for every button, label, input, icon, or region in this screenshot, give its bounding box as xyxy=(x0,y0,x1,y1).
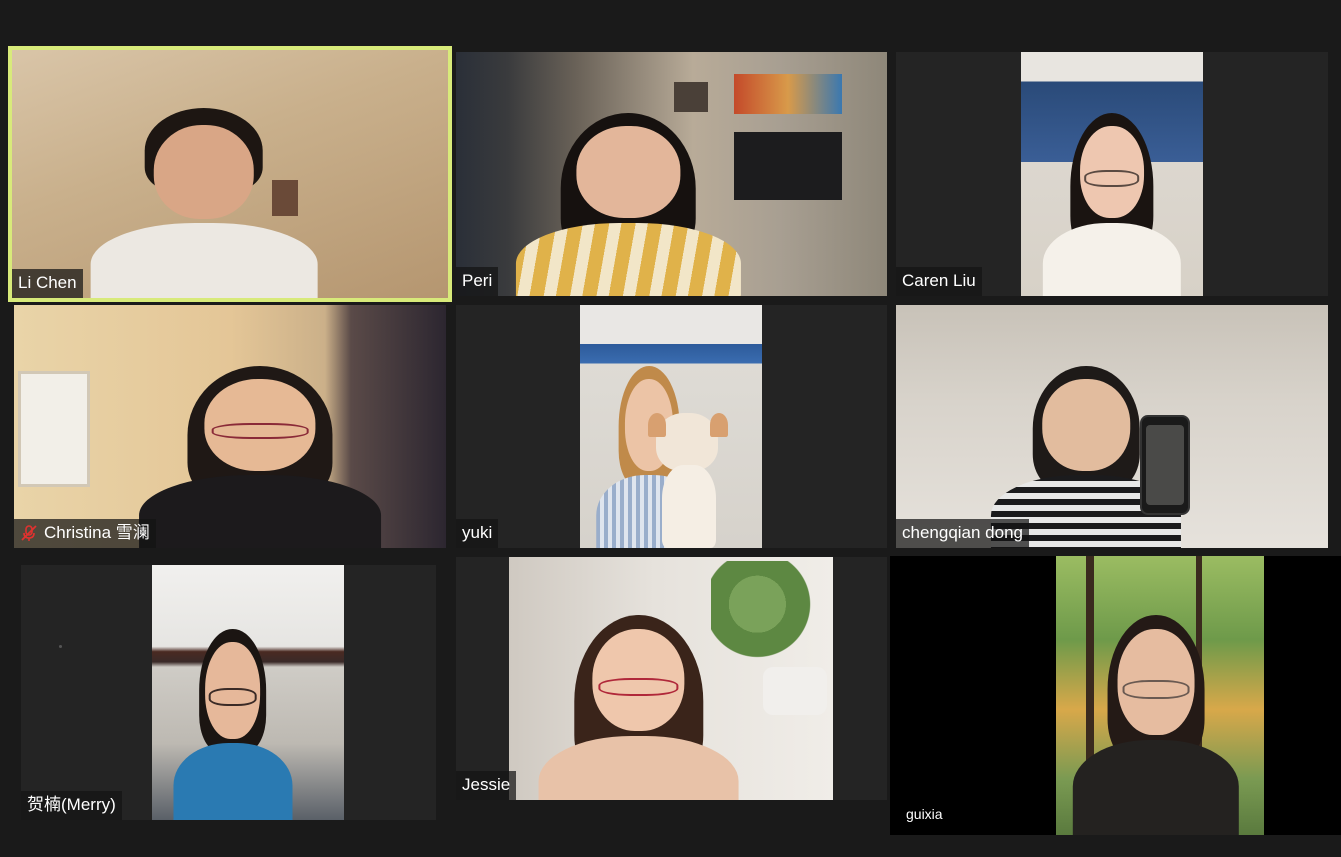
decorative-dot xyxy=(59,645,62,648)
participant-figure xyxy=(1072,601,1240,835)
participant-figure xyxy=(173,616,293,820)
video-tile-christina[interactable]: Christina 雪澜 xyxy=(14,305,446,548)
video-tile-caren-liu[interactable]: Caren Liu xyxy=(896,52,1328,296)
participant-figure xyxy=(1042,101,1182,296)
video-feed xyxy=(14,305,446,548)
video-tile-chengqian-dong[interactable]: chengqian dong xyxy=(896,305,1328,548)
video-feed xyxy=(1021,52,1203,296)
participant-figure xyxy=(90,100,318,298)
participant-name-label: Peri xyxy=(456,267,499,296)
video-feed xyxy=(456,52,887,296)
participant-figure xyxy=(538,601,740,800)
dog-figure xyxy=(648,413,728,548)
participant-name-label: yuki xyxy=(456,519,499,548)
mic-muted-icon xyxy=(20,524,38,542)
video-feed xyxy=(1056,556,1264,835)
participant-name-label: guixia xyxy=(906,806,943,822)
video-feed xyxy=(580,305,762,548)
video-tile-yuki[interactable]: yuki xyxy=(456,305,887,548)
participant-figure xyxy=(516,101,741,296)
phone-screen xyxy=(1140,415,1190,515)
video-tile-peri[interactable]: Peri xyxy=(456,52,887,296)
participant-name-label: 贺楠(Merry) xyxy=(21,791,122,820)
video-tile-merry[interactable]: 贺楠(Merry) xyxy=(21,565,436,820)
participant-name-label: Li Chen xyxy=(12,269,83,298)
participant-name-label: chengqian dong xyxy=(896,519,1030,548)
video-feed xyxy=(896,305,1328,548)
video-tile-guixia[interactable]: guixia xyxy=(890,556,1341,835)
participant-name-label: Christina 雪澜 xyxy=(14,519,156,548)
video-feed xyxy=(152,565,344,820)
video-feed xyxy=(12,50,448,298)
participant-name-label: Caren Liu xyxy=(896,267,982,296)
video-feed xyxy=(509,557,833,800)
video-tile-jessie[interactable]: Jessie xyxy=(456,557,887,800)
video-tile-li-chen[interactable]: Li Chen xyxy=(8,46,452,302)
participant-name-label: Jessie xyxy=(456,771,517,800)
participant-figure xyxy=(139,354,382,548)
